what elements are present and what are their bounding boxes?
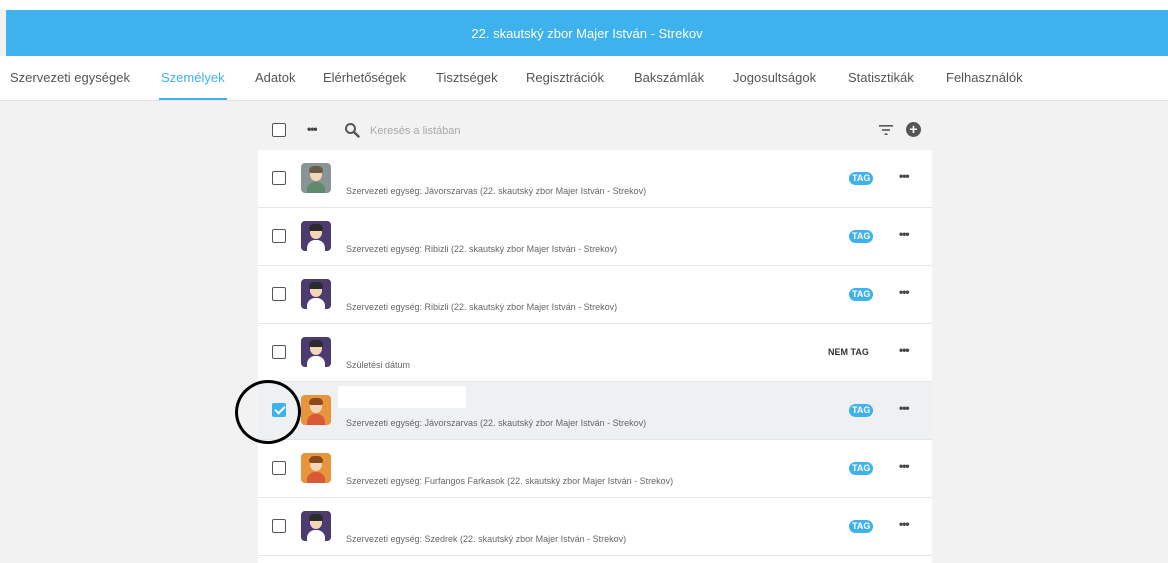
- person-list: Szervezeti egység: Jávorszarvas (22. ska…: [258, 150, 932, 563]
- avatar: [301, 395, 331, 425]
- tab-elerhetosegek[interactable]: Elérhetőségek: [323, 56, 406, 100]
- tab-regisztraciok[interactable]: Regisztrációk: [526, 56, 604, 100]
- redacted-name: [338, 386, 466, 408]
- tab-szemelyek[interactable]: Személyek: [159, 56, 227, 100]
- list-item[interactable]: Szervezeti egység: Ribizli (22. skautský…: [258, 208, 932, 266]
- row-more-button[interactable]: •••: [899, 517, 910, 531]
- page-header: 22. skautský zbor Majer István - Strekov: [6, 10, 1168, 56]
- list-item[interactable]: Születési dátum NEM TAG •••: [258, 324, 932, 382]
- row-checkbox[interactable]: [272, 461, 286, 475]
- tab-adatok[interactable]: Adatok: [255, 56, 295, 100]
- top-strip: [0, 0, 1168, 10]
- tab-bar: Szervezeti egységek Személyek Adatok Elé…: [0, 56, 1168, 101]
- plus-circle-icon[interactable]: +: [906, 122, 921, 137]
- avatar: [301, 279, 331, 309]
- list-item[interactable]: Szervezeti egység: Szedrek (22. skautský…: [258, 498, 932, 556]
- status-badge: TAG: [849, 288, 874, 301]
- row-more-button[interactable]: •••: [899, 285, 910, 299]
- unit-label: Születési dátum: [346, 360, 411, 370]
- search-input[interactable]: [368, 120, 772, 142]
- page-title: 22. skautský zbor Majer István - Strekov: [471, 25, 703, 41]
- status-badge: TAG: [849, 404, 874, 417]
- status-badge: TAG: [849, 230, 874, 243]
- tab-tisztsegek[interactable]: Tisztségek: [436, 56, 498, 100]
- row-more-button[interactable]: •••: [899, 401, 910, 415]
- list-item[interactable]: Szervezeti egység: Jávorszarvas (22. ska…: [258, 150, 932, 208]
- row-checkbox[interactable]: [272, 229, 286, 243]
- tab-jogosultsagok[interactable]: Jogosultságok: [733, 56, 816, 100]
- list-item[interactable]: Szervezeti egység: Ribizli (22. skautský…: [258, 266, 932, 324]
- avatar: [301, 511, 331, 541]
- select-all-checkbox[interactable]: [272, 123, 286, 137]
- row-more-button[interactable]: •••: [899, 227, 910, 241]
- list-item[interactable]: Szervezeti egység: Furfangos Farkasok (2…: [258, 440, 932, 498]
- tab-szervezeti-egysegek[interactable]: Szervezeti egységek: [10, 56, 130, 100]
- row-more-button[interactable]: •••: [899, 459, 910, 473]
- avatar: [301, 337, 331, 367]
- avatar: [301, 221, 331, 251]
- unit-label: Szervezeti egység: Ribizli (22. skautský…: [346, 302, 618, 312]
- bulk-actions-button[interactable]: •••: [307, 122, 318, 136]
- avatar: [301, 163, 331, 193]
- avatar: [301, 453, 331, 483]
- row-checkbox[interactable]: [272, 345, 286, 359]
- search-icon: [345, 123, 360, 138]
- unit-label: Szervezeti egység: Ribizli (22. skautský…: [346, 244, 618, 254]
- unit-label: Szervezeti egység: Szedrek (22. skautský…: [346, 534, 627, 544]
- filter-icon[interactable]: [879, 124, 893, 136]
- row-more-button[interactable]: •••: [899, 169, 910, 183]
- status-badge: NEM TAG: [828, 347, 869, 357]
- status-badge: TAG: [849, 462, 874, 475]
- unit-label: Szervezeti egység: Jávorszarvas (22. ska…: [346, 418, 647, 428]
- row-checkbox[interactable]: [272, 171, 286, 185]
- tab-statisztikak[interactable]: Statisztikák: [848, 56, 914, 100]
- tab-felhasznalok[interactable]: Felhasználók: [946, 56, 1023, 100]
- row-more-button[interactable]: •••: [899, 343, 910, 357]
- status-badge: TAG: [849, 172, 874, 185]
- unit-label: Szervezeti egység: Furfangos Farkasok (2…: [346, 476, 674, 486]
- unit-label: Szervezeti egység: Jávorszarvas (22. ska…: [346, 186, 647, 196]
- row-checkbox[interactable]: [272, 287, 286, 301]
- list-item[interactable]: Szervezeti egység: Jávorszarvas (22. ska…: [258, 382, 932, 440]
- status-badge: TAG: [849, 520, 874, 533]
- tab-bakszamlak[interactable]: Bakszámlák: [634, 56, 704, 100]
- row-checkbox[interactable]: [272, 403, 286, 417]
- list-toolbar: ••• +: [258, 110, 932, 150]
- row-checkbox[interactable]: [272, 519, 286, 533]
